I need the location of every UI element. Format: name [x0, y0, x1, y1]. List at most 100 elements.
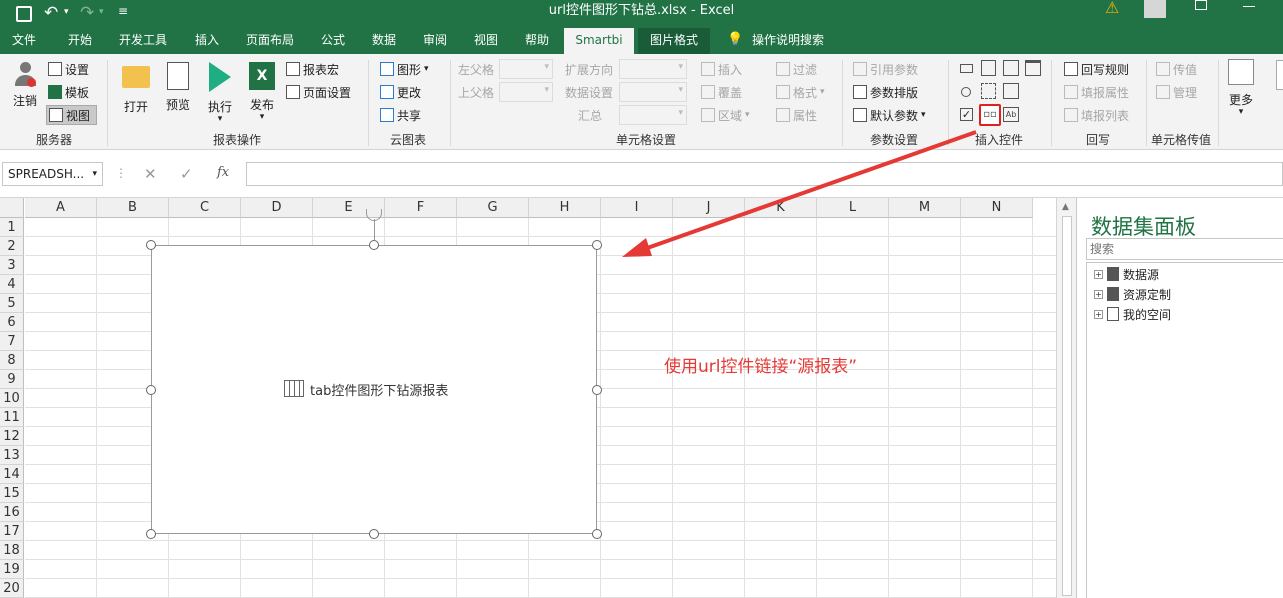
- expand-icon[interactable]: +: [1094, 309, 1103, 319]
- chart-button[interactable]: 图形 ▾: [380, 59, 429, 79]
- ref-param-button[interactable]: 引用参数: [853, 59, 918, 79]
- resize-handle[interactable]: [146, 240, 156, 250]
- view-button[interactable]: 视图: [46, 105, 98, 125]
- tab-formulas[interactable]: 公式: [321, 28, 345, 54]
- row-header[interactable]: 5: [0, 294, 24, 313]
- row-header[interactable]: 8: [0, 351, 24, 370]
- open-button[interactable]: 打开: [120, 62, 152, 115]
- resize-handle[interactable]: [592, 385, 602, 395]
- resize-handle[interactable]: [592, 529, 602, 539]
- textbox-control-icon[interactable]: [960, 64, 973, 73]
- column-header[interactable]: D: [241, 198, 313, 218]
- select-all-corner[interactable]: [0, 198, 24, 218]
- execute-button[interactable]: 执行 ▾: [204, 62, 236, 124]
- fill-property-button[interactable]: 填报属性: [1064, 82, 1129, 102]
- param-layout-button[interactable]: 参数排版: [853, 82, 918, 102]
- row-header[interactable]: 4: [0, 275, 24, 294]
- combobox-control-icon[interactable]: [1003, 60, 1019, 76]
- row-header[interactable]: 18: [0, 541, 24, 560]
- tab-picture-format[interactable]: 图片格式: [638, 28, 710, 54]
- tab-data[interactable]: 数据: [372, 28, 396, 54]
- cover-button[interactable]: 覆盖: [701, 82, 742, 102]
- tab-help[interactable]: 帮助: [525, 28, 549, 54]
- scroll-thumb[interactable]: [1062, 216, 1072, 596]
- expand-icon[interactable]: +: [1094, 269, 1103, 279]
- row-header[interactable]: 19: [0, 560, 24, 579]
- panel-search-input[interactable]: [1086, 238, 1283, 260]
- expand-direction-select[interactable]: [619, 59, 687, 79]
- publish-button[interactable]: X 发布 ▾: [245, 62, 279, 122]
- calendar-control-icon[interactable]: [1025, 60, 1041, 76]
- row-header[interactable]: 7: [0, 332, 24, 351]
- tree-control-icon[interactable]: [981, 83, 996, 99]
- resize-handle[interactable]: [369, 529, 379, 539]
- avatar[interactable]: [1144, 0, 1166, 18]
- listbox-control-icon[interactable]: [981, 60, 996, 76]
- insert-button[interactable]: 插入: [701, 59, 742, 79]
- report-macro-button[interactable]: 报表宏: [286, 59, 339, 79]
- row-header[interactable]: 16: [0, 503, 24, 522]
- cancel-icon[interactable]: ✕: [144, 165, 157, 183]
- tab-view[interactable]: 视图: [474, 28, 498, 54]
- expand-icon[interactable]: +: [1094, 289, 1103, 299]
- row-header[interactable]: 17: [0, 522, 24, 541]
- tell-me-search[interactable]: 操作说明搜索: [752, 28, 824, 54]
- row-header[interactable]: 11: [0, 408, 24, 427]
- row-header[interactable]: 13: [0, 446, 24, 465]
- share-button[interactable]: 共享: [380, 105, 421, 125]
- data-setting-select[interactable]: [619, 82, 687, 102]
- resize-handle[interactable]: [369, 240, 379, 250]
- modify-button[interactable]: 更改: [380, 82, 421, 102]
- resize-handle[interactable]: [146, 529, 156, 539]
- row-header[interactable]: 10: [0, 389, 24, 408]
- ribbon-display-icon[interactable]: [1195, 0, 1207, 10]
- tab-file[interactable]: 文件: [12, 28, 36, 54]
- vertical-scrollbar[interactable]: ▲: [1056, 198, 1076, 598]
- preview-button[interactable]: 预览: [163, 62, 193, 113]
- fill-list-button[interactable]: 填报列表: [1064, 105, 1129, 125]
- tree-item-datasource[interactable]: + 数据源: [1094, 265, 1159, 283]
- format-button[interactable]: 格式 ▾: [776, 82, 825, 102]
- column-header[interactable]: F: [385, 198, 457, 218]
- tab-insert[interactable]: 插入: [195, 28, 219, 54]
- page-setup-button[interactable]: 页面设置: [286, 82, 351, 102]
- column-header[interactable]: B: [97, 198, 169, 218]
- row-header[interactable]: 15: [0, 484, 24, 503]
- row-header[interactable]: 6: [0, 313, 24, 332]
- tab-review[interactable]: 审阅: [423, 28, 447, 54]
- tab-smartbi[interactable]: Smartbi: [564, 28, 634, 54]
- row-header[interactable]: 20: [0, 579, 24, 598]
- filter-button[interactable]: 过滤: [776, 59, 817, 79]
- tree-item-myspace[interactable]: + 我的空间: [1094, 305, 1171, 323]
- confirm-icon[interactable]: ✓: [180, 165, 193, 183]
- label-control-icon[interactable]: Ab: [1003, 107, 1019, 122]
- name-box[interactable]: SPREADSH... ▾: [2, 162, 103, 186]
- row-header[interactable]: 3: [0, 256, 24, 275]
- scroll-up-icon[interactable]: ▲: [1062, 202, 1069, 212]
- column-header[interactable]: H: [529, 198, 601, 218]
- settings-button[interactable]: 设置: [48, 59, 89, 79]
- copy-control-icon[interactable]: [1003, 83, 1019, 99]
- tab-home[interactable]: 开始: [68, 28, 92, 54]
- row-header[interactable]: 12: [0, 427, 24, 446]
- radio-control-icon[interactable]: [961, 87, 971, 97]
- more-button[interactable]: 更多 ▾: [1224, 59, 1258, 117]
- manage-button[interactable]: 管理: [1156, 82, 1197, 102]
- tab-developer[interactable]: 开发工具: [119, 28, 167, 54]
- column-header[interactable]: A: [25, 198, 97, 218]
- minimize-icon[interactable]: [1243, 6, 1255, 7]
- tab-page-layout[interactable]: 页面布局: [246, 28, 294, 54]
- tree-item-resource[interactable]: + 资源定制: [1094, 285, 1171, 303]
- top-parent-select[interactable]: [499, 82, 553, 102]
- row-header[interactable]: 14: [0, 465, 24, 484]
- column-header[interactable]: C: [169, 198, 241, 218]
- collapse-ribbon-icon[interactable]: [1276, 60, 1283, 90]
- row-header[interactable]: 9: [0, 370, 24, 389]
- logout-button[interactable]: 注销: [10, 62, 40, 109]
- pass-value-button[interactable]: 传值: [1156, 59, 1197, 79]
- left-parent-select[interactable]: [499, 59, 553, 79]
- template-button[interactable]: 模板: [48, 82, 89, 102]
- row-header[interactable]: 2: [0, 237, 24, 256]
- resize-handle[interactable]: [146, 385, 156, 395]
- column-header[interactable]: G: [457, 198, 529, 218]
